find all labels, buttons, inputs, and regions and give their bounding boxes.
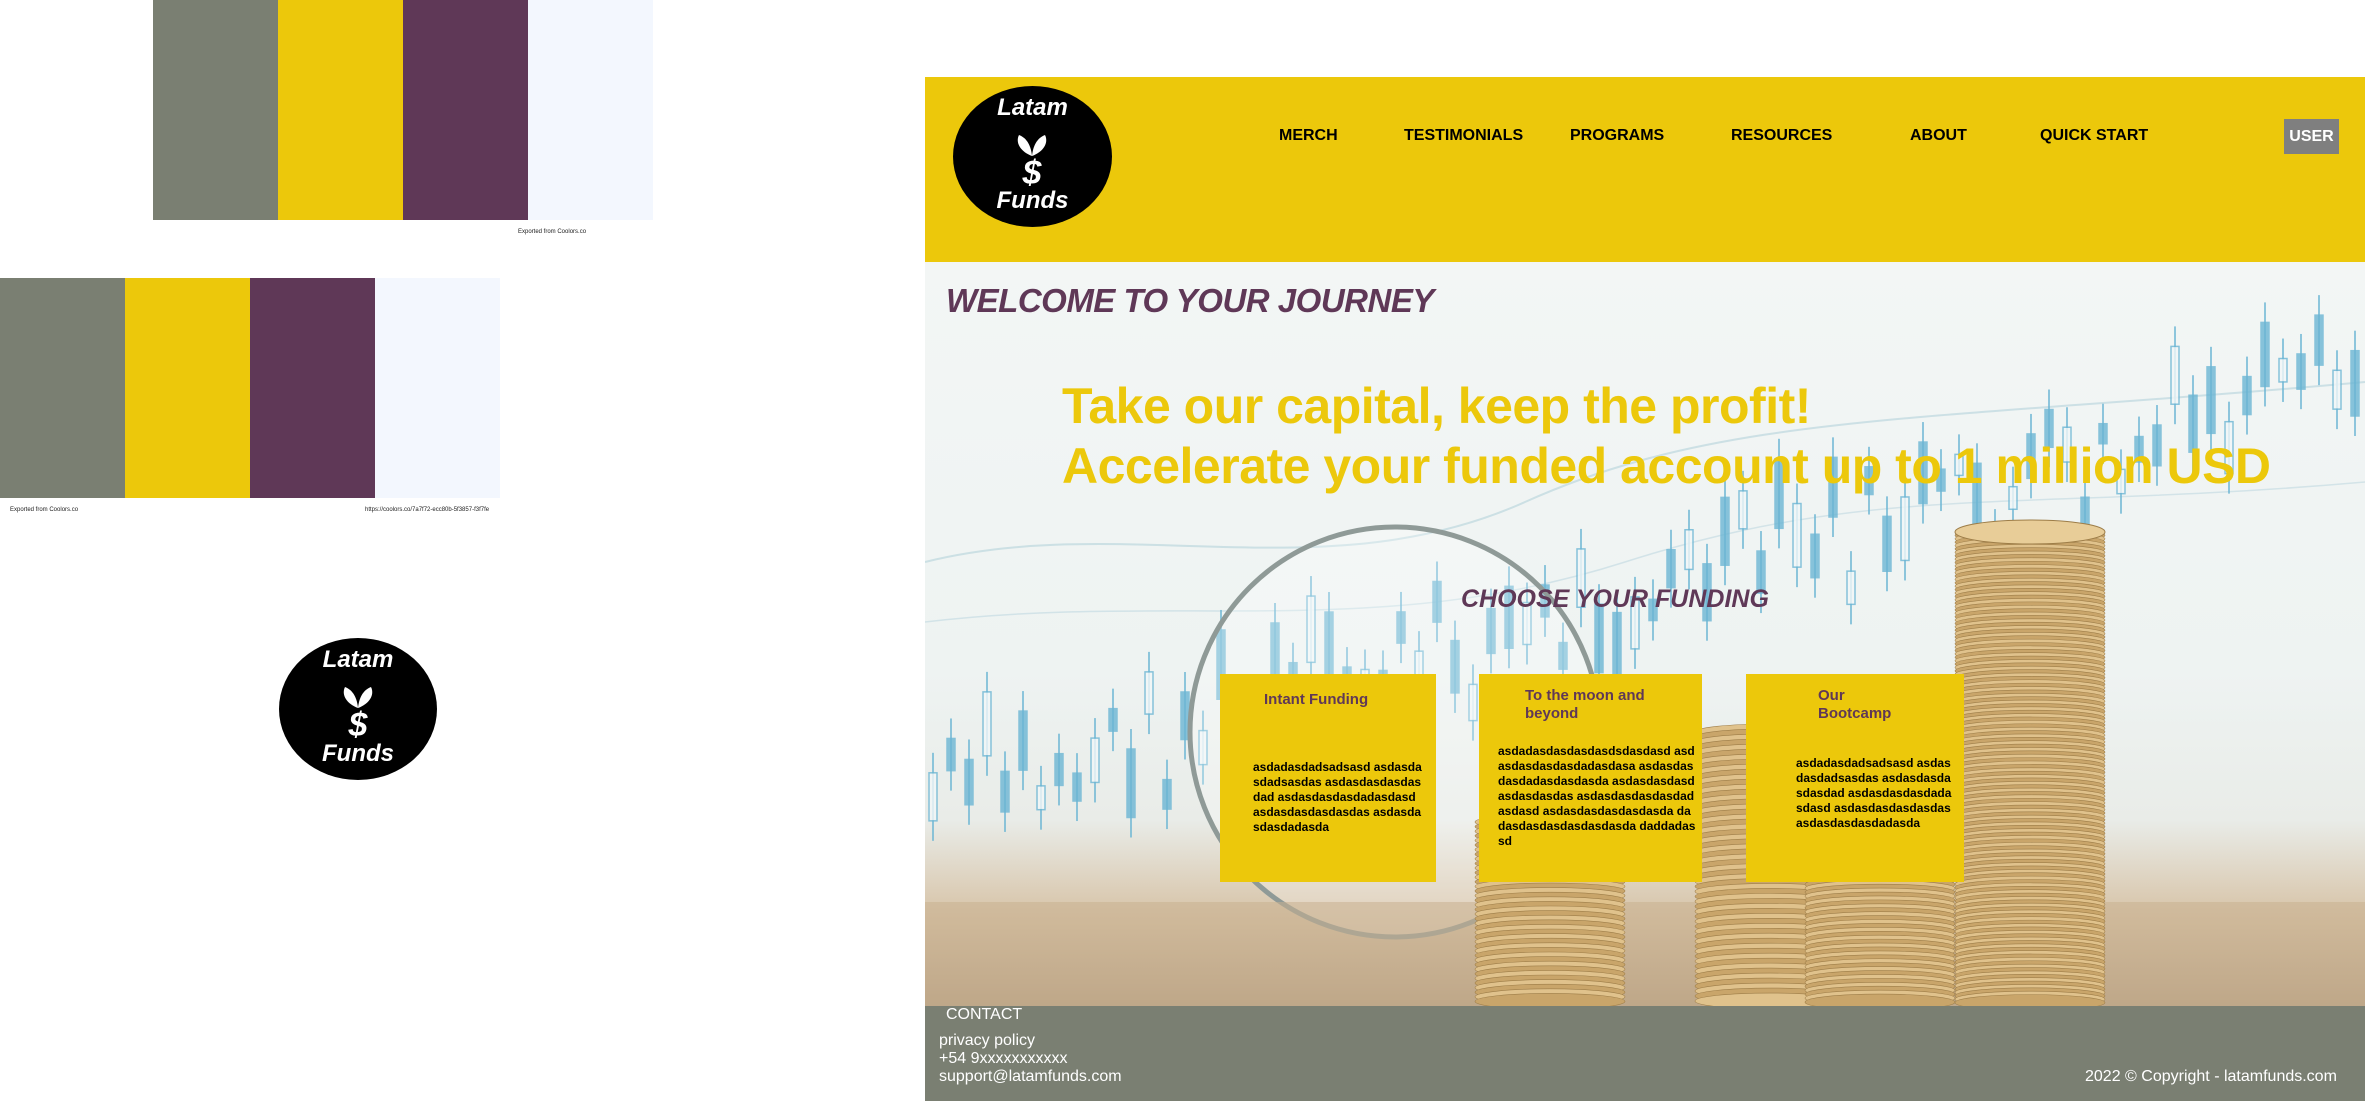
logo-text-bottom: Funds [322, 740, 394, 767]
palette-2-swatch-purple [250, 278, 375, 498]
palette-1-caption: Exported from Coolors.co [518, 229, 587, 235]
funding-card-body: asdadasdadsadsasd asdasdasdadsasdas asda… [1796, 756, 1952, 830]
nav-quick-start[interactable]: QUICK START [2040, 127, 2148, 145]
funding-card-instant[interactable]: Intant Funding asdadasdadsadsasd asdasda… [1220, 674, 1436, 882]
header-logo[interactable]: Latam $ Funds [953, 86, 1112, 227]
footer-copyright: 2022 © Copyright - latamfunds.com [2085, 1068, 2337, 1085]
hero-tagline-2: Accelerate your funded account up to 1 m… [1062, 438, 2271, 494]
nav-about[interactable]: ABOUT [1910, 127, 1967, 145]
funding-card-title: Our Bootcamp [1818, 687, 1892, 722]
palette-2-swatch-yellow [125, 278, 250, 498]
logo-text-top: Latam [997, 94, 1068, 121]
palette-2-caption-left: Exported from Coolors.co [10, 507, 79, 513]
welcome-heading: WELCOME TO YOUR JOURNEY [946, 282, 1434, 319]
funding-card-moon[interactable]: To the moon and beyond asdadasdasdasdasd… [1479, 674, 1702, 882]
nav-programs[interactable]: PROGRAMS [1570, 127, 1664, 145]
hero-tagline-1: Take our capital, keep the profit! [1062, 378, 1811, 434]
nav-testimonials[interactable]: TESTIMONIALS [1404, 127, 1523, 145]
site-footer: CONTACT privacy policy +54 9xxxxxxxxxxx … [925, 1006, 2365, 1101]
logo-text-top: Latam [322, 646, 394, 673]
funding-card-title: To the moon and beyond [1525, 687, 1645, 722]
site-header: Latam $ Funds MERCH TESTIMONIALS PROGRAM… [925, 77, 2365, 262]
footer-privacy-link[interactable]: privacy policy [939, 1032, 1035, 1050]
nav-merch[interactable]: MERCH [1279, 127, 1338, 145]
funding-card-body: asdadasdasdasdasdsdasdasd asdasdasdasdas… [1498, 744, 1696, 848]
standalone-logo: Latam $ Funds [279, 638, 437, 780]
palette-2-swatch-white [375, 278, 500, 498]
palette-2-swatch-gray [0, 278, 125, 498]
user-button[interactable]: USER [2284, 119, 2339, 154]
svg-text:$: $ [1022, 154, 1043, 186]
footer-email[interactable]: support@latamfunds.com [939, 1068, 1122, 1086]
svg-text:$: $ [348, 706, 369, 738]
choose-funding-heading: CHOOSE YOUR FUNDING [1461, 585, 1769, 613]
palette-2-caption-url: https://coolors.co/7a7f72-ecc80b-5f3857-… [365, 507, 490, 513]
dollar-sprout-icon: $ [343, 687, 373, 738]
logo-text-bottom: Funds [996, 187, 1069, 214]
palette-1-swatch-yellow [278, 0, 403, 220]
palette-1-swatch-purple [403, 0, 528, 220]
palette-1-swatch-gray [153, 0, 278, 220]
funding-card-bootcamp[interactable]: Our Bootcamp asdadasdadsadsasd asdasdasd… [1746, 674, 1964, 882]
hero-section: WELCOME TO YOUR JOURNEY Take our capital… [925, 262, 2365, 1006]
funding-card-body: asdadasdadsadsasd asdasdasdadsasdas asda… [1253, 760, 1422, 834]
palette-1-swatch-white [528, 0, 653, 220]
footer-phone: +54 9xxxxxxxxxxx [939, 1050, 1068, 1067]
funding-card-title: Intant Funding [1264, 691, 1369, 708]
footer-contact[interactable]: CONTACT [946, 1006, 1022, 1024]
dollar-sprout-icon: $ [1017, 135, 1047, 186]
candlestick-coins-background [925, 295, 2365, 1006]
nav-resources[interactable]: RESOURCES [1731, 127, 1832, 145]
website-mockup: Latam $ Funds MERCH TESTIMONIALS PROGRAM… [925, 77, 2365, 1101]
